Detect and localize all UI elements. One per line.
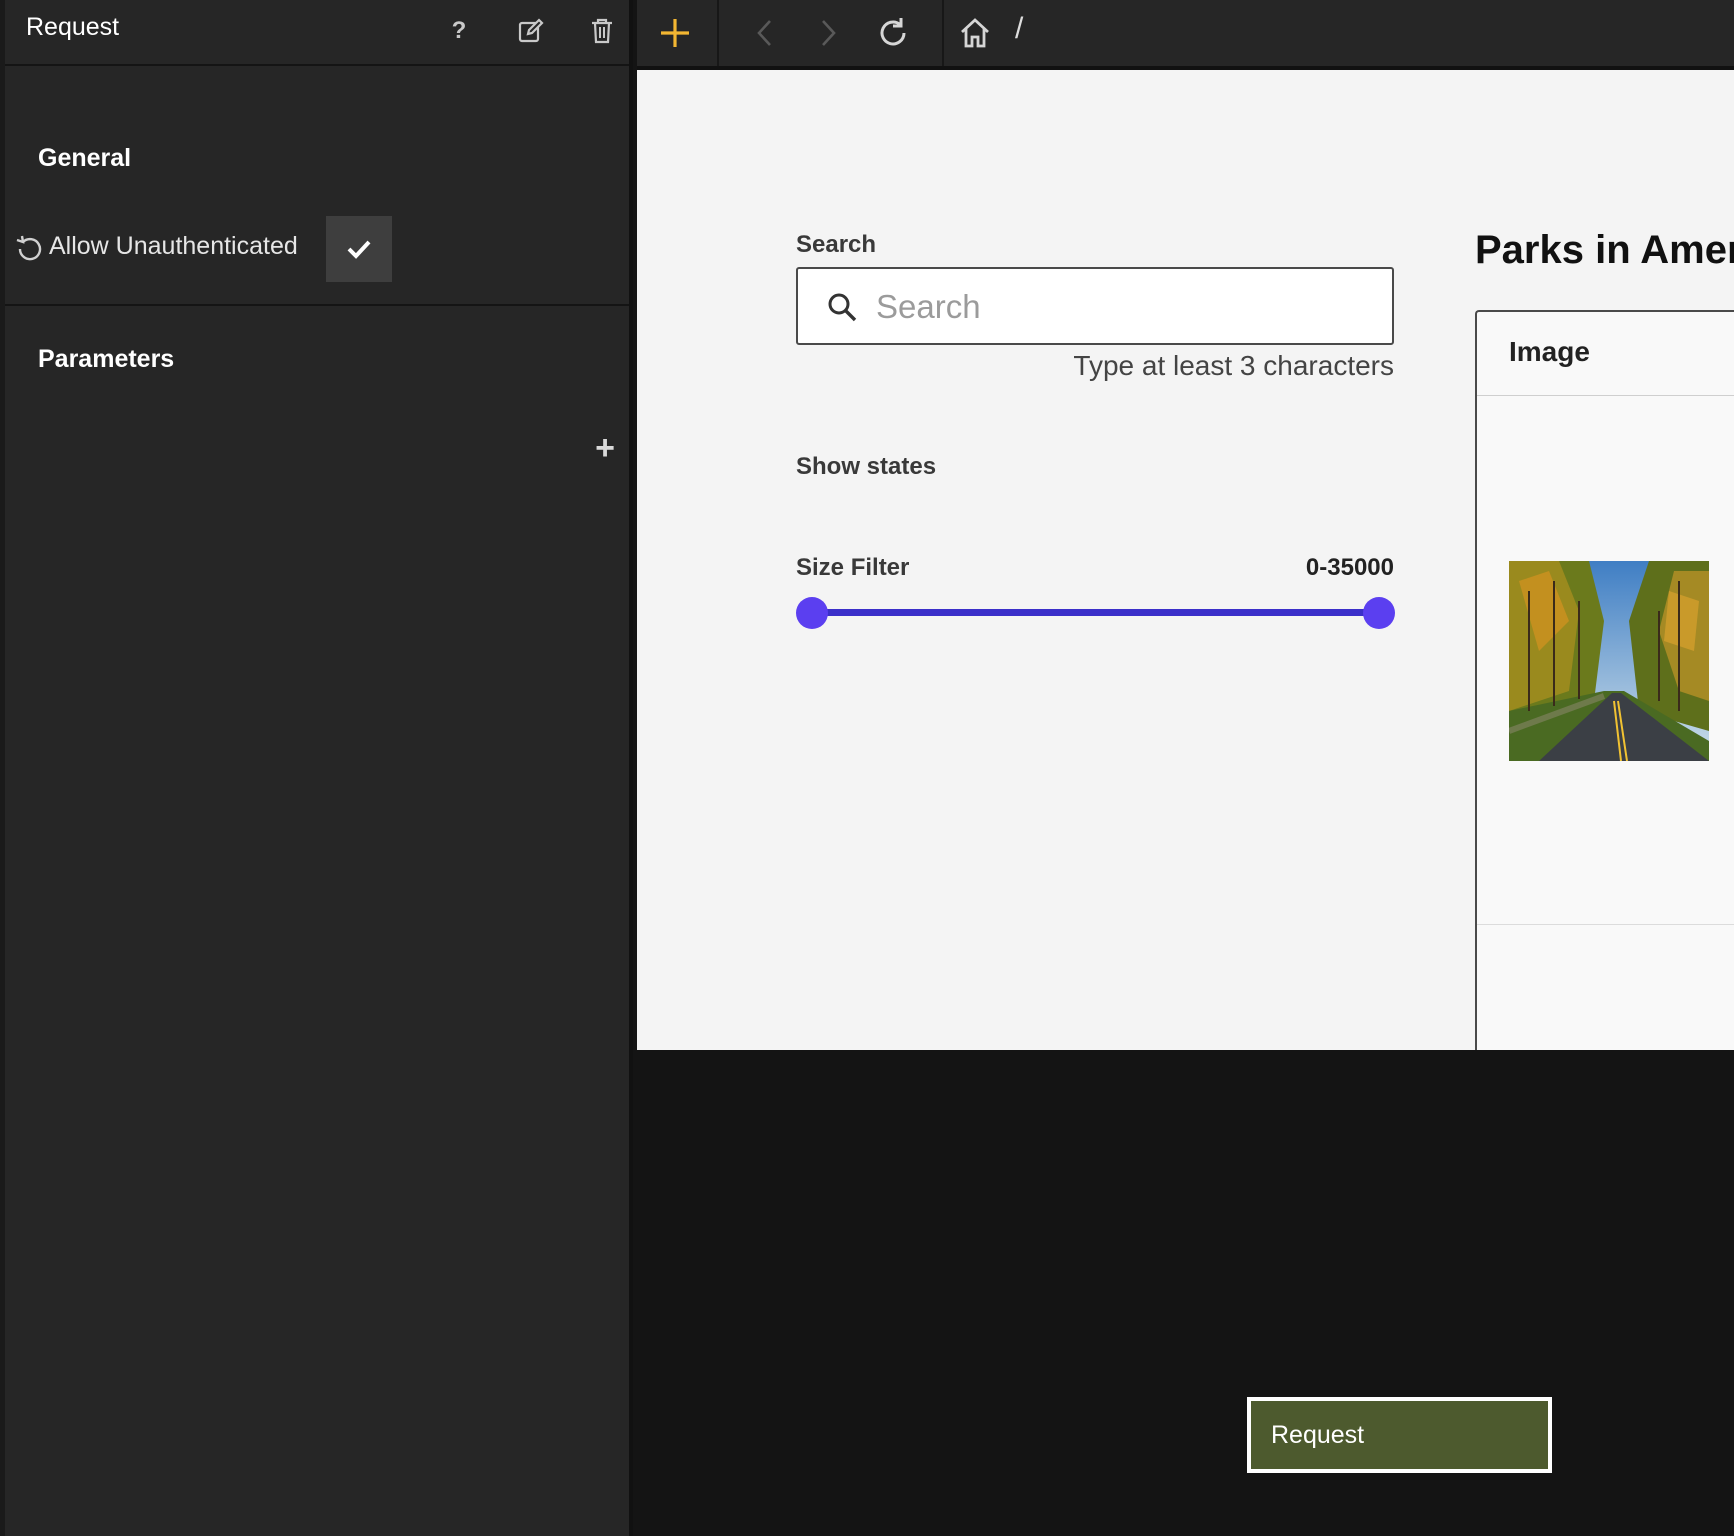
- search-hint: Type at least 3 characters: [1073, 350, 1394, 381]
- help-icon[interactable]: ?: [442, 14, 476, 48]
- app-preview: Search Type at least 3 characters Show s…: [637, 70, 1734, 1050]
- chevron-left-icon[interactable]: [745, 13, 785, 53]
- home-icon[interactable]: [955, 13, 995, 53]
- edit-icon[interactable]: [514, 14, 548, 48]
- path-breadcrumb: /: [1015, 12, 1024, 45]
- size-filter-min-handle[interactable]: [796, 597, 828, 629]
- search-field[interactable]: [796, 267, 1394, 345]
- search-label: Search: [796, 231, 877, 258]
- browser-toolbar: /: [637, 0, 1734, 66]
- section-divider: [5, 304, 629, 306]
- table-header: Image: [1477, 312, 1734, 396]
- general-heading: General: [38, 144, 132, 172]
- panel-title: Request: [26, 13, 120, 41]
- request-button[interactable]: Request: [1247, 1397, 1552, 1473]
- request-panel: Request ? General Allow Unauthenticated …: [0, 0, 633, 1536]
- park-thumbnail[interactable]: [1509, 561, 1709, 761]
- results-title: Parks in Ameri: [1475, 228, 1734, 272]
- toolbar-divider: [942, 0, 944, 66]
- size-filter-max-handle[interactable]: [1363, 597, 1395, 629]
- trash-icon[interactable]: [585, 14, 619, 48]
- size-filter-value: 0-35000: [1305, 554, 1394, 581]
- reload-icon[interactable]: [873, 13, 913, 53]
- size-filter-track[interactable]: [811, 609, 1379, 616]
- checkmark-icon: [347, 240, 371, 259]
- panel-header: Request ?: [5, 0, 629, 66]
- size-filter-label: Size Filter: [796, 554, 910, 581]
- allow-unauthenticated-checkbox[interactable]: [326, 216, 392, 282]
- toolbar-divider: [717, 0, 719, 66]
- reset-icon[interactable]: [14, 234, 44, 264]
- search-input[interactable]: [874, 287, 1374, 327]
- search-icon: [828, 293, 857, 322]
- show-states-label[interactable]: Show states: [796, 453, 936, 481]
- parameters-heading: Parameters: [38, 345, 175, 373]
- column-header-image: Image: [1509, 336, 1590, 367]
- plus-icon[interactable]: [655, 13, 695, 53]
- add-parameter-button[interactable]: +: [587, 429, 623, 467]
- results-table: Image: [1475, 310, 1734, 1050]
- chevron-right-icon[interactable]: [808, 13, 848, 53]
- allow-unauthenticated-label: Allow Unauthenticated: [49, 232, 298, 260]
- row-divider: [1477, 924, 1734, 925]
